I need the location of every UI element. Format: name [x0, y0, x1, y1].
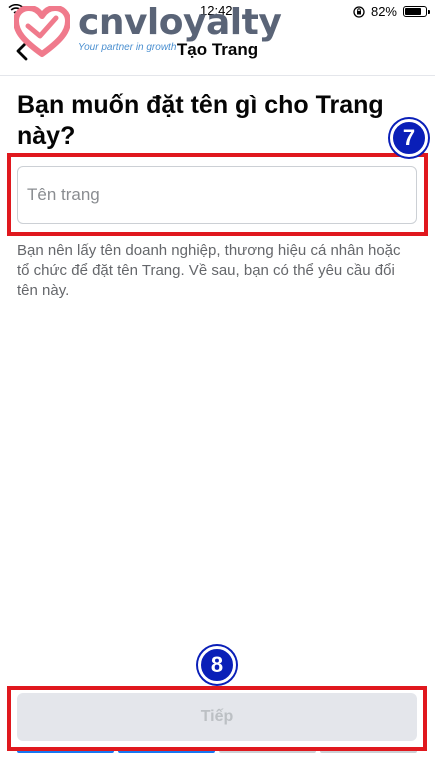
battery-percent: 82%	[370, 4, 397, 19]
status-right: 82%	[353, 4, 430, 19]
step-badge-7: 7	[390, 119, 428, 157]
annotation-box-input	[7, 153, 428, 236]
rotation-lock-icon	[353, 5, 365, 18]
heart-logo-icon	[14, 6, 70, 57]
watermark-tagline: Your partner in growth	[78, 42, 177, 53]
watermark-brand: cnvloyalty	[78, 2, 282, 43]
page-heading: Bạn muốn đặt tên gì cho Trang này?	[17, 91, 384, 150]
cnvloyalty-watermark: cnvloyalty Your partner in growth	[14, 2, 282, 66]
annotation-box-next	[7, 686, 427, 751]
page-name-hint: Bạn nên lấy tên doanh nghiệp, thương hiệ…	[17, 242, 401, 299]
step-badge-8: 8	[198, 646, 236, 684]
battery-icon	[403, 6, 430, 17]
